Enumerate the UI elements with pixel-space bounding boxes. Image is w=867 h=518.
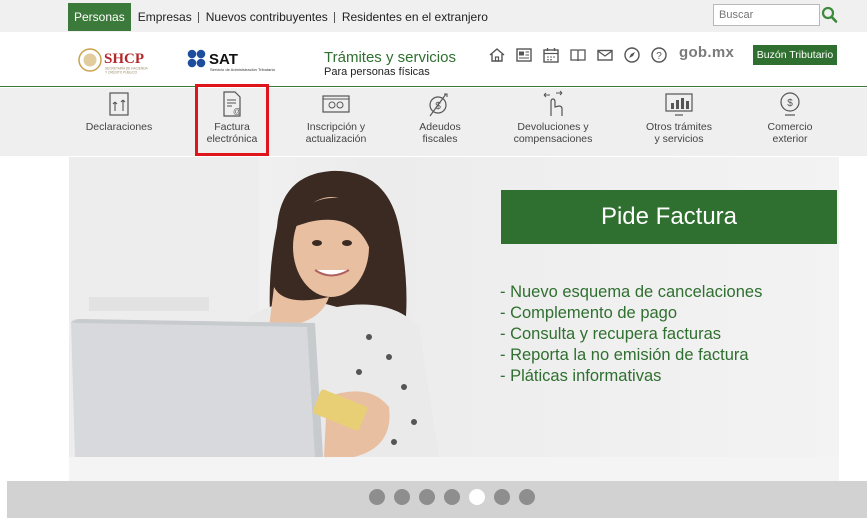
sat-page: Personas Empresas Nuevos contribuyentes … [0,0,867,518]
comercio-icon: $ [780,92,800,116]
adeudos-icon: $ [429,93,448,117]
tab-empresas[interactable]: Empresas [131,3,199,31]
factura-highlight-box [195,84,269,156]
buzon-tributario-button[interactable]: Buzón Tributario [753,45,837,65]
inscripcion-icon [322,95,350,113]
svg-text:SHCP: SHCP [104,51,144,67]
shcp-logo[interactable]: SHCP SECRETARÍA DE HACIENDA Y CRÉDITO PÚ… [77,45,169,77]
slider-dot[interactable] [444,489,460,505]
nav-item-otros-tramites[interactable]: Otros trámites y servicios [636,88,722,156]
search-input[interactable] [713,4,820,26]
nav-label-adeudos-line1: Adeudos [419,121,461,133]
nav-label-declaraciones: Declaraciones [85,121,153,133]
svg-text:Servicio de Administración Tri: Servicio de Administración Tributaria [210,67,275,72]
nav-item-comercio-exterior[interactable]: $ Comercio exterior [756,88,824,156]
hero-link-complemento-pago[interactable]: - Complemento de pago [500,303,762,324]
nav-item-declaraciones[interactable]: Declaraciones [78,88,160,156]
slider-dot[interactable] [469,489,485,505]
search-icon[interactable] [821,5,839,25]
nav-label-comercio-line2: exterior [772,133,808,145]
tab-nuevos-contribuyentes[interactable]: Nuevos contribuyentes [199,3,335,31]
hero-link-cancelaciones[interactable]: - Nuevo esquema de cancelaciones [500,282,762,303]
news-icon[interactable] [515,46,533,64]
slider-dot[interactable] [494,489,510,505]
audience-tabs: Personas Empresas Nuevos contribuyentes … [68,3,495,31]
gobmx-logo[interactable]: gob.mx [679,44,734,61]
slider-dot[interactable] [519,489,535,505]
devoluciones-icon [543,90,563,116]
header-icons: ? [488,46,677,64]
otros-tramites-icon [665,93,693,116]
hero-link-reporta-no-emision[interactable]: - Reporta la no emisión de factura [500,345,762,366]
calendar-icon[interactable] [542,46,560,64]
tab-residentes-extranjero[interactable]: Residentes en el extranjero [335,3,495,31]
svg-text:Y CRÉDITO PÚBLICO: Y CRÉDITO PÚBLICO [105,70,138,75]
hero-link-platicas[interactable]: - Pláticas informativas [500,366,762,387]
top-bar: Personas Empresas Nuevos contribuyentes … [0,0,867,32]
slider-dot[interactable] [419,489,435,505]
mail-icon[interactable] [596,46,614,64]
site-subtitle: Para personas físicas [324,66,430,78]
help-icon[interactable]: ? [650,46,668,64]
nav-label-inscripcion-line1: Inscripción y [306,121,366,133]
slider-dot[interactable] [394,489,410,505]
nav-label-devoluciones-line1: Devoluciones y [517,121,589,133]
hero-link-list: - Nuevo esquema de cancelaciones - Compl… [500,282,762,387]
slider-dots [369,489,544,505]
hero-title-pide-factura[interactable]: Pide Factura [501,190,837,244]
sat-logo[interactable]: SAT Servicio de Administración Tributari… [187,47,302,75]
nav-label-devoluciones-line2: compensaciones [513,133,593,145]
book-icon[interactable] [569,46,587,64]
site-header: SHCP SECRETARÍA DE HACIENDA Y CRÉDITO PÚ… [0,32,867,87]
nav-label-adeudos-line2: fiscales [422,133,458,145]
nav-label-otros-line1: Otros trámites [646,121,712,133]
hero-link-consulta-facturas[interactable]: - Consulta y recupera facturas [500,324,762,345]
svg-text:$: $ [787,98,793,109]
slider-dot[interactable] [369,489,385,505]
nav-label-inscripcion-line2: actualización [305,133,367,145]
nav-item-adeudos[interactable]: $ Adeudos fiscales [405,88,475,156]
declaraciones-icon [109,92,129,116]
home-icon[interactable] [488,46,506,64]
compass-icon[interactable] [623,46,641,64]
nav-item-devoluciones[interactable]: Devoluciones y compensaciones [506,88,600,156]
services-nav: Declaraciones @ Factura electrónica Insc… [0,88,867,156]
nav-label-otros-line2: y servicios [654,133,704,145]
svg-text:SAT: SAT [209,51,238,68]
site-title[interactable]: Trámites y servicios [324,49,456,66]
tab-personas[interactable]: Personas [68,3,131,31]
svg-text:?: ? [656,51,662,62]
nav-item-inscripcion[interactable]: Inscripción y actualización [295,88,377,156]
nav-label-comercio-line1: Comercio [767,121,813,133]
